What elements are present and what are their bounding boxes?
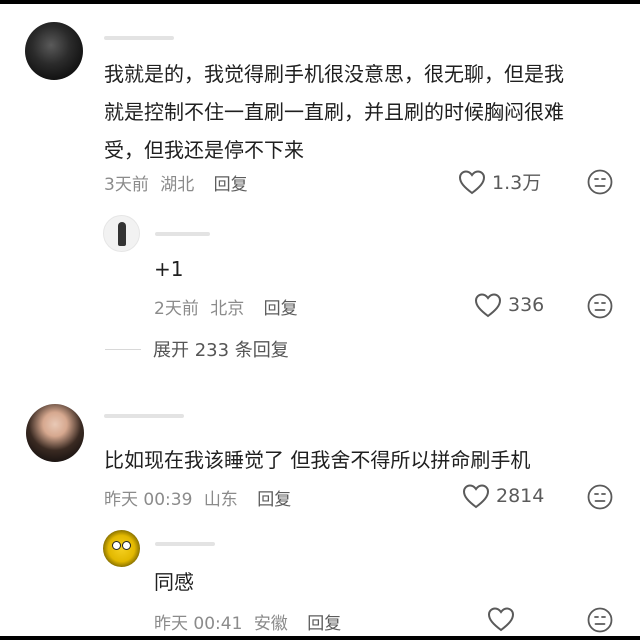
- like-button[interactable]: [487, 606, 521, 632]
- comment-location: 山东: [203, 490, 238, 510]
- username-placeholder: [104, 36, 174, 40]
- comment-meta: 3天前 湖北 回复: [104, 170, 248, 195]
- commenter-avatar[interactable]: [25, 22, 83, 80]
- reply-button[interactable]: 回复: [264, 299, 298, 319]
- reply-location: 安徽: [253, 614, 288, 634]
- reply-meta: 2天前 北京 回复: [154, 294, 298, 319]
- replier-avatar[interactable]: [103, 530, 140, 567]
- dislike-face-icon[interactable]: [587, 293, 613, 319]
- comment-text-line: 就是控制不住一直刷一直刷，并且刷的时候胸闷很难: [104, 100, 564, 124]
- dislike-face-icon[interactable]: [587, 607, 613, 633]
- comment-time: 昨天 00:39: [104, 490, 193, 510]
- reply-text: 同感: [154, 570, 194, 594]
- comment-text-line: 我就是的，我觉得刷手机很没意思，很无聊，但是我: [104, 62, 564, 86]
- username-placeholder: [155, 232, 210, 236]
- like-count: 1.3万: [492, 172, 542, 194]
- reply-text: +1: [154, 257, 184, 281]
- commenter-avatar[interactable]: [26, 404, 84, 462]
- comment-location: 湖北: [160, 175, 195, 195]
- username-placeholder: [104, 414, 184, 418]
- reply-meta: 昨天 00:41 安徽 回复: [154, 609, 341, 634]
- heart-icon: [474, 293, 502, 318]
- divider: [105, 348, 141, 350]
- dislike-face-icon[interactable]: [587, 169, 613, 195]
- like-button[interactable]: 336: [474, 292, 544, 318]
- comment-time: 3天前: [104, 175, 149, 195]
- heart-icon: [487, 607, 515, 632]
- reply-button[interactable]: 回复: [257, 490, 291, 510]
- replier-avatar[interactable]: [103, 215, 140, 252]
- comment-meta: 昨天 00:39 山东 回复: [104, 485, 291, 510]
- reply-button[interactable]: 回复: [307, 614, 341, 634]
- comment-text-line: 比如现在我该睡觉了 但我舍不得所以拼命刷手机: [104, 448, 531, 472]
- like-button[interactable]: 2814: [462, 483, 544, 509]
- dislike-face-icon[interactable]: [587, 484, 613, 510]
- expand-replies-label: 展开 233 条回复: [153, 340, 289, 361]
- like-count: 2814: [496, 485, 545, 507]
- like-button[interactable]: 1.3万: [458, 168, 541, 195]
- heart-icon: [462, 484, 490, 509]
- bottom-border: [0, 636, 640, 640]
- comment-text-line: 受，但我还是停不下来: [104, 138, 304, 162]
- reply-time: 2天前: [154, 299, 199, 319]
- reply-location: 北京: [210, 299, 245, 319]
- reply-button[interactable]: 回复: [214, 175, 248, 195]
- like-count: 336: [508, 294, 545, 316]
- heart-icon: [458, 169, 486, 194]
- reply-time: 昨天 00:41: [154, 614, 243, 634]
- top-border: [0, 0, 640, 4]
- expand-replies-button[interactable]: 展开 233 条回复: [105, 336, 289, 362]
- username-placeholder: [155, 542, 215, 546]
